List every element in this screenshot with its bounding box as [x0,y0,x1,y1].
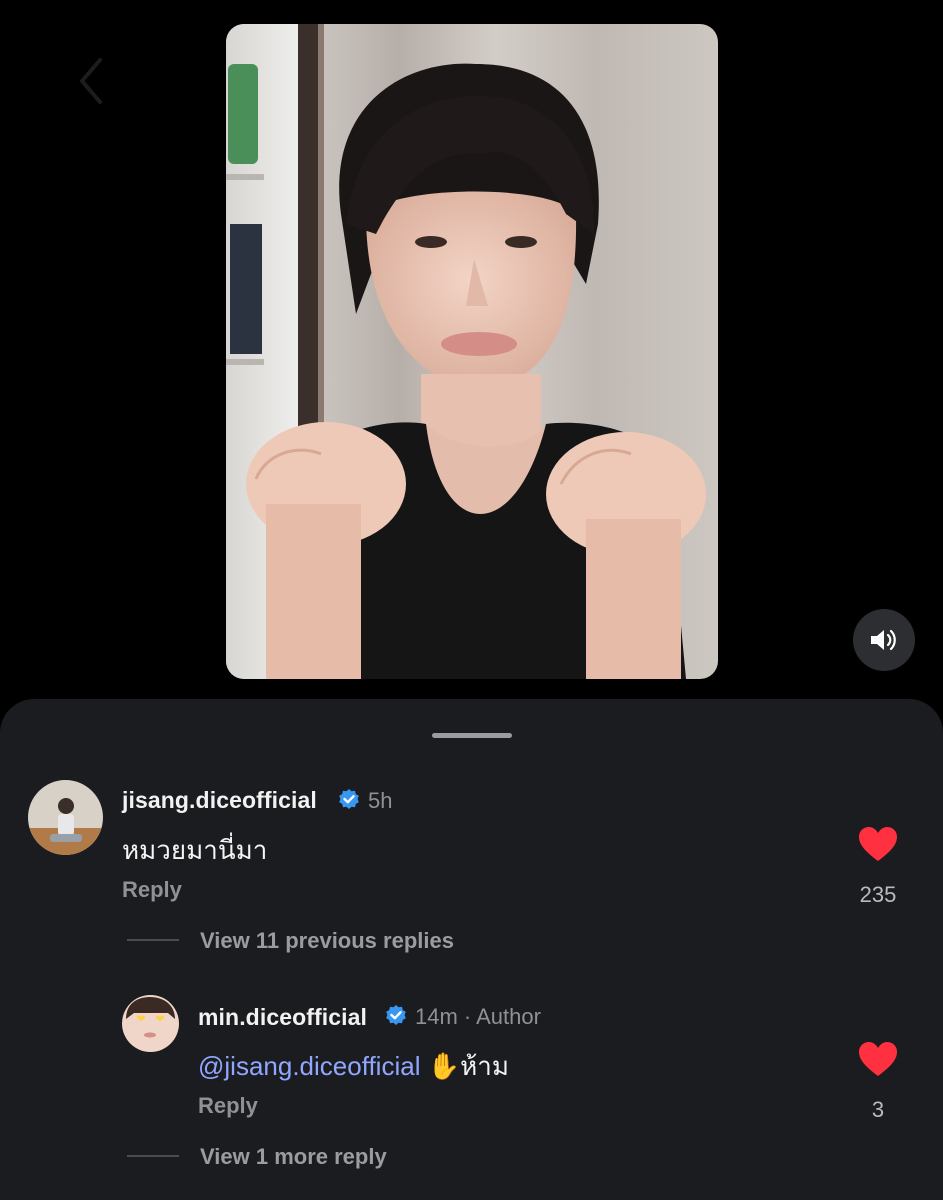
heart-icon[interactable] [858,826,898,862]
volume-button[interactable] [853,609,915,671]
view-more-replies[interactable]: View 1 more reply [200,1144,387,1170]
comment-timestamp: 5h [368,788,393,813]
comments-sheet: jisang.diceofficial 5h หมวยมานี่มา Reply… [0,699,943,1200]
avatar[interactable] [28,780,103,855]
reply-button[interactable]: Reply [122,877,182,903]
comment-text: หมวยมานี่มา [122,835,268,865]
like-count: 3 [871,1097,885,1122]
back-button[interactable] [66,56,116,106]
raised-hand-emoji: ✋ [427,1051,461,1081]
reply-username[interactable]: min.diceofficial [198,1004,367,1031]
sheet-grab-handle[interactable] [432,733,512,738]
chevron-left-icon [80,58,102,104]
like-count: 235 [859,882,897,907]
view-previous-replies[interactable]: View 11 previous replies [200,928,454,954]
reply-button[interactable]: Reply [198,1093,258,1119]
avatar-image [28,780,103,855]
reply-body: ห้าม [460,1051,509,1081]
verified-badge-icon [339,789,359,809]
post-media[interactable] [226,24,718,679]
verified-badge-icon [386,1005,406,1025]
avatar[interactable] [122,995,179,1052]
avatar-image [122,995,179,1052]
heart-icon[interactable] [858,1041,898,1077]
thread-divider [127,1155,179,1157]
comment-username[interactable]: jisang.diceofficial [122,787,317,814]
speaker-volume-icon [871,629,896,651]
mention-link[interactable]: @jisang.diceofficial [198,1051,420,1081]
video-frame [226,24,718,679]
reply-text: @jisang.diceofficial ✋ห้าม [198,1046,509,1087]
reply-timestamp-author: 14m · Author [415,1004,541,1029]
thread-divider [127,939,179,941]
post-viewer: jisang.diceofficial 5h หมวยมานี่มา Reply… [0,0,943,1200]
